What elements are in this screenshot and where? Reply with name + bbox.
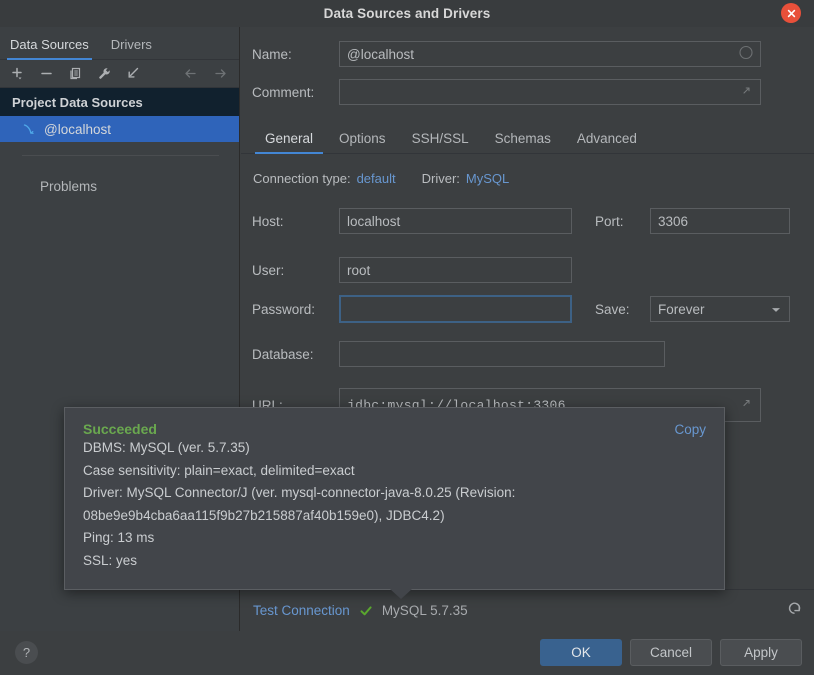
- connection-type-label: Connection type:: [253, 171, 351, 186]
- tab-schemas[interactable]: Schemas: [482, 131, 564, 153]
- sidebar-toolbar: [0, 60, 239, 88]
- database-input[interactable]: [339, 341, 665, 367]
- help-button[interactable]: ?: [15, 641, 38, 664]
- popup-line: Case sensitivity: plain=exact, delimited…: [83, 462, 355, 478]
- detail-tabs: General Options SSH/SSL Schemas Advanced: [241, 122, 814, 154]
- connection-type-value[interactable]: default: [357, 171, 396, 186]
- sidebar-tabs: Data Sources Drivers: [0, 27, 239, 60]
- sidebar-divider: [22, 155, 219, 156]
- user-input[interactable]: root: [339, 257, 572, 283]
- port-input[interactable]: 3306: [650, 208, 790, 234]
- sidebar-tab-data-sources[interactable]: Data Sources: [7, 37, 92, 60]
- expand-icon[interactable]: [740, 397, 753, 414]
- test-connection-link[interactable]: Test Connection: [253, 603, 350, 618]
- test-connection-bar: Test Connection MySQL 5.7.35: [241, 589, 814, 631]
- comment-label: Comment:: [252, 84, 315, 100]
- password-input[interactable]: [339, 295, 572, 323]
- popup-tail: [390, 589, 412, 599]
- name-input[interactable]: @localhost: [339, 41, 761, 67]
- comment-row: Comment:: [241, 79, 814, 105]
- sidebar-section-header: Project Data Sources: [0, 88, 239, 116]
- password-row: Password: Save: Forever: [241, 295, 814, 323]
- save-value: Forever: [658, 301, 705, 317]
- name-row: Name: @localhost: [241, 41, 814, 67]
- popup-line: 08be9e9b4cba6aa115f9b27b215887af40b159e0…: [83, 507, 445, 523]
- name-value: @localhost: [347, 46, 414, 62]
- apply-button[interactable]: Apply: [720, 639, 802, 666]
- popup-header: Succeeded Copy: [83, 421, 706, 437]
- database-label: Database:: [252, 346, 314, 362]
- sidebar-section-label: Project Data Sources: [12, 94, 143, 110]
- user-row: User: root: [241, 257, 814, 283]
- tab-options[interactable]: Options: [326, 131, 399, 153]
- host-value: localhost: [347, 213, 401, 229]
- ok-button[interactable]: OK: [540, 639, 622, 666]
- copy-link[interactable]: Copy: [674, 422, 706, 437]
- tab-general[interactable]: General: [252, 131, 326, 154]
- tab-ssh-ssl[interactable]: SSH/SSL: [399, 131, 482, 153]
- comment-input[interactable]: [339, 79, 761, 105]
- port-label: Port:: [595, 213, 624, 229]
- name-label: Name:: [252, 46, 292, 62]
- password-label: Password:: [252, 301, 316, 317]
- host-label: Host:: [252, 213, 284, 229]
- forward-arrow-icon[interactable]: [213, 66, 229, 81]
- remove-icon[interactable]: [39, 66, 54, 81]
- save-select[interactable]: Forever: [650, 296, 790, 322]
- connection-type-row: Connection type: default Driver: MySQL: [241, 171, 814, 186]
- bottom-bar: ? OK Cancel Apply https://blog.csdn.net/…: [0, 631, 814, 675]
- import-icon[interactable]: [126, 66, 141, 81]
- close-icon[interactable]: [781, 3, 801, 23]
- driver-value[interactable]: MySQL: [466, 171, 509, 186]
- sidebar-tab-drivers[interactable]: Drivers: [111, 37, 152, 59]
- dialog-buttons: OK Cancel Apply: [540, 639, 802, 666]
- title-bar: Data Sources and Drivers: [0, 0, 814, 27]
- sidebar-item-localhost[interactable]: @localhost: [0, 116, 239, 142]
- tab-advanced[interactable]: Advanced: [564, 131, 650, 153]
- test-connection-status: MySQL 5.7.35: [381, 603, 468, 618]
- cancel-button[interactable]: Cancel: [630, 639, 712, 666]
- chevron-down-icon: [771, 302, 781, 317]
- host-input[interactable]: localhost: [339, 208, 572, 234]
- save-label: Save:: [595, 301, 630, 317]
- port-value: 3306: [658, 213, 689, 229]
- popup-title: Succeeded: [83, 421, 157, 437]
- popup-line: Driver: MySQL Connector/J (ver. mysql-co…: [83, 485, 516, 500]
- window-title: Data Sources and Drivers: [323, 6, 491, 21]
- popup-line: DBMS: MySQL (ver. 5.7.35): [83, 440, 250, 455]
- reset-icon[interactable]: [786, 600, 802, 621]
- expand-icon[interactable]: [740, 84, 753, 100]
- host-port-row: Host: localhost Port: 3306: [241, 208, 814, 234]
- connection-result-popup: Succeeded Copy DBMS: MySQL (ver. 5.7.35)…: [64, 407, 725, 599]
- driver-label: Driver:: [421, 171, 460, 186]
- wrench-icon[interactable]: [97, 66, 112, 81]
- user-label: User:: [252, 262, 285, 278]
- add-icon[interactable]: [10, 66, 25, 81]
- mysql-dolphin-icon: [23, 124, 34, 134]
- circle-icon[interactable]: [739, 45, 753, 63]
- check-icon: [359, 604, 373, 618]
- popup-line: Ping: 13 ms: [83, 530, 155, 545]
- database-row: Database:: [241, 341, 814, 367]
- sidebar-item-label: @localhost: [44, 121, 111, 137]
- sidebar-item-problems[interactable]: Problems: [0, 179, 239, 194]
- back-arrow-icon[interactable]: [183, 66, 199, 81]
- duplicate-icon[interactable]: [68, 66, 83, 81]
- user-value: root: [347, 262, 371, 278]
- data-sources-dialog: Data Sources and Drivers Data Sources Dr…: [0, 0, 814, 675]
- popup-line: SSL: yes: [83, 552, 138, 568]
